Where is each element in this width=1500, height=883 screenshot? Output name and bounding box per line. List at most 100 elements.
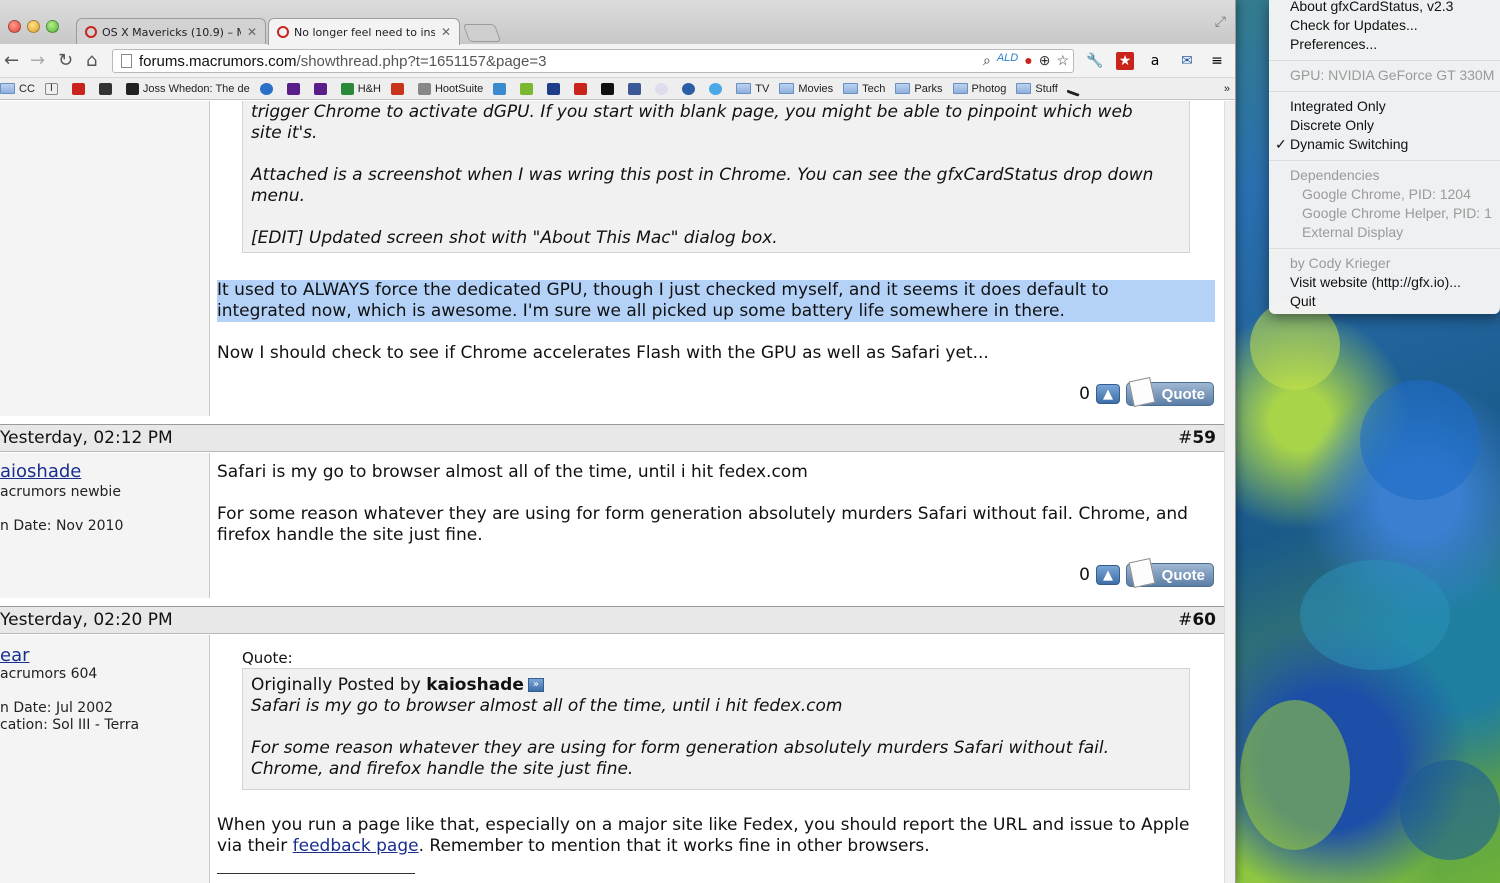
new-tab-button[interactable] bbox=[462, 24, 502, 42]
puzzle-icon bbox=[493, 82, 507, 95]
search-icon[interactable]: ⌕ bbox=[983, 52, 991, 69]
upvote-button[interactable]: ▲ bbox=[1096, 565, 1120, 585]
bookmark-icon-u[interactable] bbox=[520, 82, 537, 95]
url-domain: forums.macrumors.com bbox=[139, 52, 297, 70]
upvote-button[interactable]: ▲ bbox=[1096, 384, 1120, 404]
bookmark-parks[interactable]: Parks bbox=[895, 83, 943, 95]
zoom-window-button[interactable] bbox=[46, 20, 59, 33]
tab-no-longer-feel-need[interactable]: No longer feel need to inst ✕ bbox=[268, 18, 460, 45]
bookmark-star-icon[interactable]: ☆ bbox=[1056, 52, 1069, 69]
clipper-extension-icon[interactable]: ★ bbox=[1116, 52, 1134, 70]
post-58-highlighted-text: It used to ALWAYS force the dedicated GP… bbox=[217, 280, 1215, 322]
bookmark-icon-red2[interactable] bbox=[390, 82, 408, 95]
bookmarks-overflow[interactable]: » bbox=[1224, 83, 1230, 95]
bookmark-yahoo-2[interactable] bbox=[313, 82, 331, 95]
address-bar[interactable]: forums.macrumors.com/showthread.php?t=16… bbox=[112, 49, 1074, 73]
close-window-button[interactable] bbox=[8, 20, 21, 33]
close-tab-icon[interactable]: ✕ bbox=[247, 25, 257, 39]
swoosh-icon bbox=[1066, 80, 1083, 97]
post-58-quote: trigger Chrome to activate dGPU. If you … bbox=[242, 101, 1190, 253]
menu-item-dependency-chrome: Google Chrome, PID: 1204 bbox=[1302, 186, 1471, 202]
bookmark-tech[interactable]: Tech bbox=[843, 83, 885, 95]
bookmark-icon-shield[interactable] bbox=[682, 82, 699, 95]
bookmark-tv[interactable]: TV bbox=[736, 83, 769, 95]
menu-separator bbox=[1269, 91, 1500, 92]
autofill-icon[interactable]: ALD bbox=[997, 52, 1018, 69]
menu-item-discrete-only[interactable]: Discrete Only bbox=[1290, 117, 1374, 133]
post-number[interactable]: #60 bbox=[1178, 610, 1216, 630]
dark-site-icon bbox=[98, 82, 112, 95]
post-59-header: Yesterday, 02:12 PM #59 bbox=[0, 424, 1224, 452]
folder-icon bbox=[736, 83, 752, 94]
quote-button[interactable]: Quote bbox=[1126, 376, 1214, 408]
forward-icon[interactable]: → bbox=[30, 50, 45, 71]
menu-item-dependency-external-display: External Display bbox=[1302, 224, 1404, 240]
menu-item-about[interactable]: About gfxCardStatus, v2.3 bbox=[1290, 0, 1453, 14]
username-link[interactable]: aioshade bbox=[0, 461, 81, 482]
bookmark-icon-blue[interactable] bbox=[259, 82, 277, 95]
post-number[interactable]: #59 bbox=[1178, 428, 1216, 448]
close-tab-icon[interactable]: ✕ bbox=[441, 25, 451, 39]
bookmark-reddit[interactable] bbox=[655, 82, 672, 95]
text-line: integrated now, which is awesome. I'm su… bbox=[217, 301, 1065, 321]
bookmark-photog[interactable]: Photog bbox=[952, 83, 1006, 95]
folder-icon bbox=[1016, 83, 1032, 94]
bookmark-icon-red3[interactable] bbox=[574, 82, 591, 95]
red-site-icon bbox=[71, 82, 85, 95]
blue-site-icon bbox=[259, 82, 273, 95]
user-rank: acrumors newbie bbox=[0, 484, 121, 500]
bookmark-icon-dark[interactable] bbox=[98, 82, 116, 95]
bookmark-icon-puzzle[interactable] bbox=[493, 82, 510, 95]
bookmark-icon-x[interactable] bbox=[547, 82, 564, 95]
feedback-page-link[interactable]: feedback page bbox=[293, 836, 419, 856]
reload-icon[interactable]: ↻ bbox=[58, 50, 73, 71]
username-link[interactable]: ear bbox=[0, 645, 30, 666]
bookmark-facebook[interactable] bbox=[628, 82, 645, 95]
post-date: Yesterday, 02:20 PM bbox=[0, 610, 173, 630]
bookmark-icon-swoosh[interactable] bbox=[1066, 80, 1085, 97]
menu-item-check-updates[interactable]: Check for Updates... bbox=[1290, 17, 1418, 33]
reddit-icon bbox=[655, 82, 669, 95]
quote-line: site it's. bbox=[251, 123, 318, 143]
bookmark-hootsuite[interactable]: HootSuite bbox=[417, 82, 483, 95]
bookmark-joss-whedon[interactable]: Joss Whedon: The de bbox=[125, 82, 250, 95]
bookmark-twitter[interactable] bbox=[709, 82, 726, 95]
home-icon[interactable]: ⌂ bbox=[86, 50, 97, 71]
minimize-window-button[interactable] bbox=[27, 20, 40, 33]
menu-item-preferences[interactable]: Preferences... bbox=[1290, 36, 1377, 52]
wallpaper-blob bbox=[1300, 560, 1450, 670]
bookmark-icon-red[interactable] bbox=[71, 82, 89, 95]
menu-item-integrated-only[interactable]: Integrated Only bbox=[1290, 98, 1386, 114]
fullscreen-icon[interactable]: ⤢ bbox=[1215, 14, 1226, 30]
quote-line: Chrome, and firefox handle the site just… bbox=[251, 759, 634, 779]
post-59-line-1: Safari is my go to browser almost all of… bbox=[217, 462, 808, 482]
zoom-icon[interactable]: ⊕ bbox=[1039, 52, 1051, 69]
menu-item-dynamic-switching[interactable]: Dynamic Switching bbox=[1290, 136, 1408, 152]
post-58-body: Now I should check to see if Chrome acce… bbox=[217, 343, 989, 363]
quote-button[interactable]: Quote bbox=[1126, 557, 1214, 589]
bookmark-cc[interactable]: CC bbox=[0, 83, 35, 95]
folder-icon bbox=[952, 83, 968, 94]
menu-item-visit-website[interactable]: Visit website (http://gfx.io)... bbox=[1290, 274, 1461, 290]
view-post-icon[interactable]: » bbox=[527, 678, 544, 692]
amazon-extension-icon[interactable]: a bbox=[1146, 52, 1164, 70]
menu-icon[interactable]: ≡ bbox=[1208, 52, 1226, 70]
bookmark-icon-black[interactable] bbox=[601, 82, 618, 95]
bookmark-icon-i[interactable]: I bbox=[44, 82, 62, 95]
mail-extension-icon[interactable]: ✉ bbox=[1178, 52, 1196, 70]
bookmark-movies[interactable]: Movies bbox=[779, 83, 833, 95]
bookmark-hh[interactable]: H&H bbox=[340, 82, 381, 95]
quote-line: For some reason whatever they are using … bbox=[251, 738, 1110, 758]
menu-separator bbox=[1269, 160, 1500, 161]
quote-paper-icon bbox=[1128, 557, 1156, 589]
menu-item-quit[interactable]: Quit bbox=[1290, 293, 1316, 309]
wrench-extension-icon[interactable]: 🔧 bbox=[1086, 52, 1104, 70]
adblock-icon[interactable]: ● bbox=[1024, 52, 1032, 69]
page-scrollbar[interactable] bbox=[1224, 101, 1235, 883]
back-icon[interactable]: ← bbox=[4, 50, 19, 71]
hh-icon bbox=[340, 82, 354, 95]
tab-os-x-mavericks[interactable]: OS X Mavericks (10.9) – Ma ✕ bbox=[76, 18, 266, 45]
bookmark-yahoo-1[interactable] bbox=[286, 82, 304, 95]
bookmark-stuff[interactable]: Stuff bbox=[1016, 83, 1058, 95]
post-59-line-3: firefox handle the site just fine. bbox=[217, 525, 483, 545]
